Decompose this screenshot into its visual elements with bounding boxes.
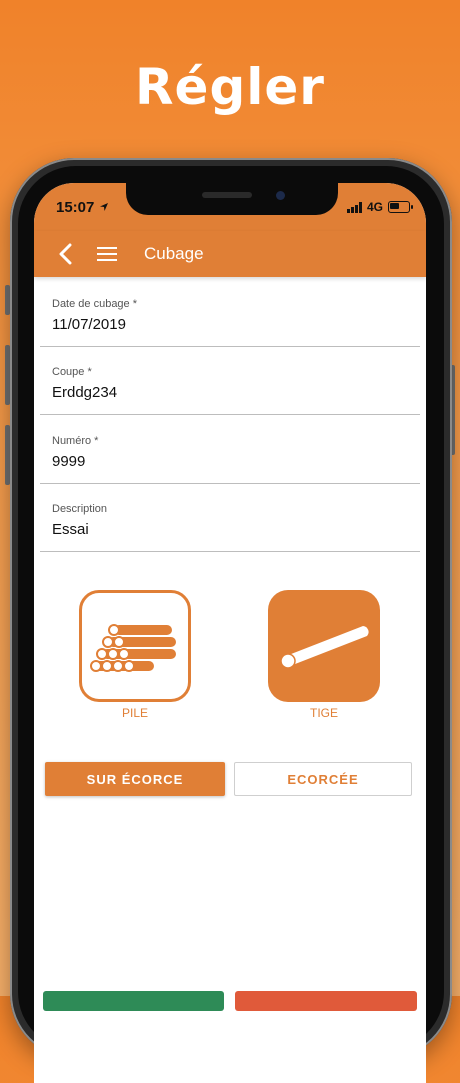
date-label: Date de cubage * xyxy=(52,298,138,310)
pile-label: PILE xyxy=(121,706,148,720)
status-bar: 15:07 4G xyxy=(34,183,426,231)
app-bar: Cubage xyxy=(34,231,426,277)
page-title: Cubage xyxy=(144,244,204,263)
description-field[interactable]: Description Essai xyxy=(40,483,420,552)
signal-bars-icon xyxy=(346,201,362,213)
coupe-value[interactable]: Erddg234 xyxy=(52,384,117,401)
promo-headline: Régler xyxy=(135,58,325,116)
location-arrow-icon xyxy=(99,199,109,216)
hamburger-menu-icon[interactable] xyxy=(94,241,120,267)
battery-icon xyxy=(388,201,413,213)
coupe-field[interactable]: Coupe * Erddg234 xyxy=(40,346,420,415)
bottom-right-button[interactable] xyxy=(235,991,417,1011)
status-time-text: 15:07 xyxy=(56,199,95,216)
description-value[interactable]: Essai xyxy=(52,521,89,538)
network-type: 4G xyxy=(366,200,383,214)
numero-value[interactable]: 9999 xyxy=(52,453,85,470)
back-arrow-icon[interactable] xyxy=(50,239,80,269)
date-value[interactable]: 11/07/2019 xyxy=(52,316,126,333)
coupe-label: Coupe * xyxy=(52,366,92,378)
numero-label: Numéro * xyxy=(52,435,99,447)
ecorcee-button[interactable]: ECORCÉE xyxy=(234,762,412,796)
tige-option[interactable] xyxy=(268,590,380,702)
sur-ecorce-button[interactable]: SUR ÉCORCE xyxy=(45,762,225,796)
phone-notch xyxy=(126,183,338,215)
date-field[interactable]: Date de cubage * 11/07/2019 xyxy=(40,278,420,347)
numero-field[interactable]: Numéro * 9999 xyxy=(40,415,420,484)
pile-option[interactable] xyxy=(79,590,191,702)
description-label: Description xyxy=(52,503,108,515)
tige-label: TIGE xyxy=(309,706,338,720)
bottom-left-button[interactable] xyxy=(43,991,224,1011)
status-time: 15:07 xyxy=(56,199,109,216)
app-screen: 15:07 4G Cubage Date de cubage * 11/07/2… xyxy=(34,183,426,1083)
